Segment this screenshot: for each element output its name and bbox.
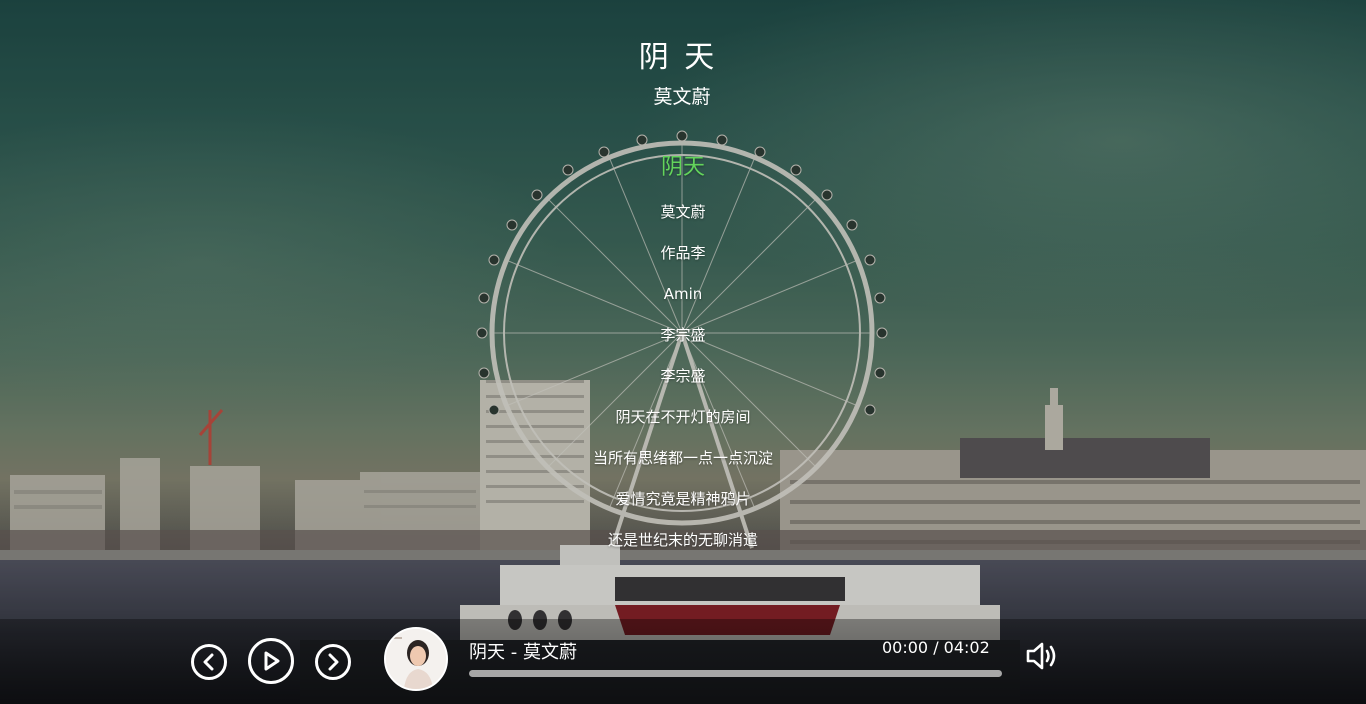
album-cover[interactable] [384, 627, 448, 691]
song-title: 阴 天 [638, 40, 718, 75]
song-artist: 莫文蔚 [653, 86, 711, 108]
lyric-line-active: 阴天 [660, 155, 705, 180]
chevron-left-icon [203, 653, 214, 671]
play-icon [264, 651, 280, 671]
lyric-line: 爱情究竟是精神鸦片 [615, 490, 751, 508]
play-button[interactable] [248, 638, 294, 684]
chevron-right-icon [328, 653, 339, 671]
lyric-line: 作品李 [660, 244, 706, 262]
artist-photo [386, 629, 446, 689]
previous-track-button[interactable] [191, 644, 227, 680]
volume-icon [1026, 642, 1056, 670]
next-track-button[interactable] [315, 644, 351, 680]
track-name: 阴天 - 莫文蔚 [469, 642, 577, 663]
progress-bar[interactable] [469, 670, 1002, 677]
lyrics-list: 阴天 莫文蔚 作品李 Amin 李宗盛 李宗盛 阴天在不开灯的房间 当所有思绪都… [0, 148, 1366, 561]
lyric-line: Amin [663, 285, 703, 303]
lyric-line: 当所有思绪都一点一点沉淀 [592, 449, 773, 467]
volume-button[interactable] [1024, 639, 1060, 673]
lyric-line: 还是世纪末的无聊消遣 [607, 531, 758, 549]
lyric-line: 莫文蔚 [660, 203, 706, 221]
time-display: 00:00 / 04:02 [882, 638, 990, 657]
lyric-line: 李宗盛 [660, 367, 706, 385]
lyric-line: 李宗盛 [660, 326, 706, 344]
lyric-line: 阴天在不开灯的房间 [615, 408, 751, 426]
